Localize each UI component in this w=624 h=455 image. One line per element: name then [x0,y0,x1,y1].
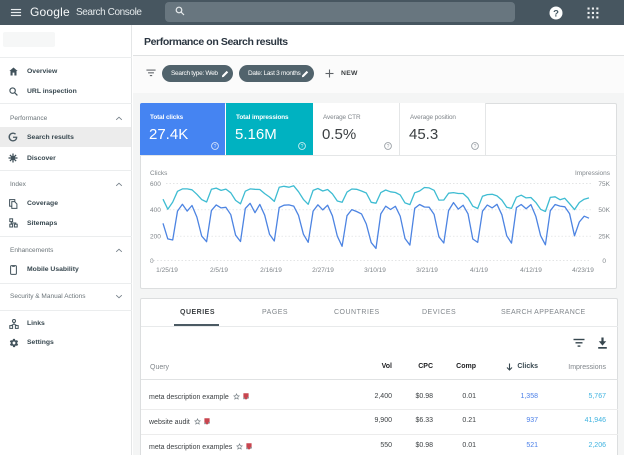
svg-text:4/12/19: 4/12/19 [520,267,542,274]
svg-text:?: ? [214,144,217,150]
svg-text:0: 0 [602,258,606,265]
svg-text:400: 400 [150,207,161,214]
svg-text:4/23/19: 4/23/19 [572,267,594,274]
svg-text:600: 600 [150,181,161,188]
svg-text:4/1/19: 4/1/19 [470,267,488,274]
svg-text:?: ? [474,144,477,150]
svg-text:?: ? [387,144,390,150]
svg-text:?: ? [553,8,559,19]
svg-text:3/10/19: 3/10/19 [364,267,386,274]
svg-text:2/27/19: 2/27/19 [312,267,334,274]
svg-text:75K: 75K [598,181,610,188]
svg-text:2/5/19: 2/5/19 [210,267,228,274]
svg-text:Clicks: Clicks [150,170,168,177]
svg-text:25K: 25K [598,234,610,241]
svg-text:3/21/19: 3/21/19 [416,267,438,274]
svg-text:?: ? [301,144,304,150]
svg-text:1/25/19: 1/25/19 [156,267,178,274]
svg-text:200: 200 [150,234,161,241]
svg-text:Impressions: Impressions [575,170,611,177]
svg-text:0: 0 [150,258,154,265]
svg-text:2/16/19: 2/16/19 [260,267,282,274]
svg-text:50K: 50K [598,207,610,214]
